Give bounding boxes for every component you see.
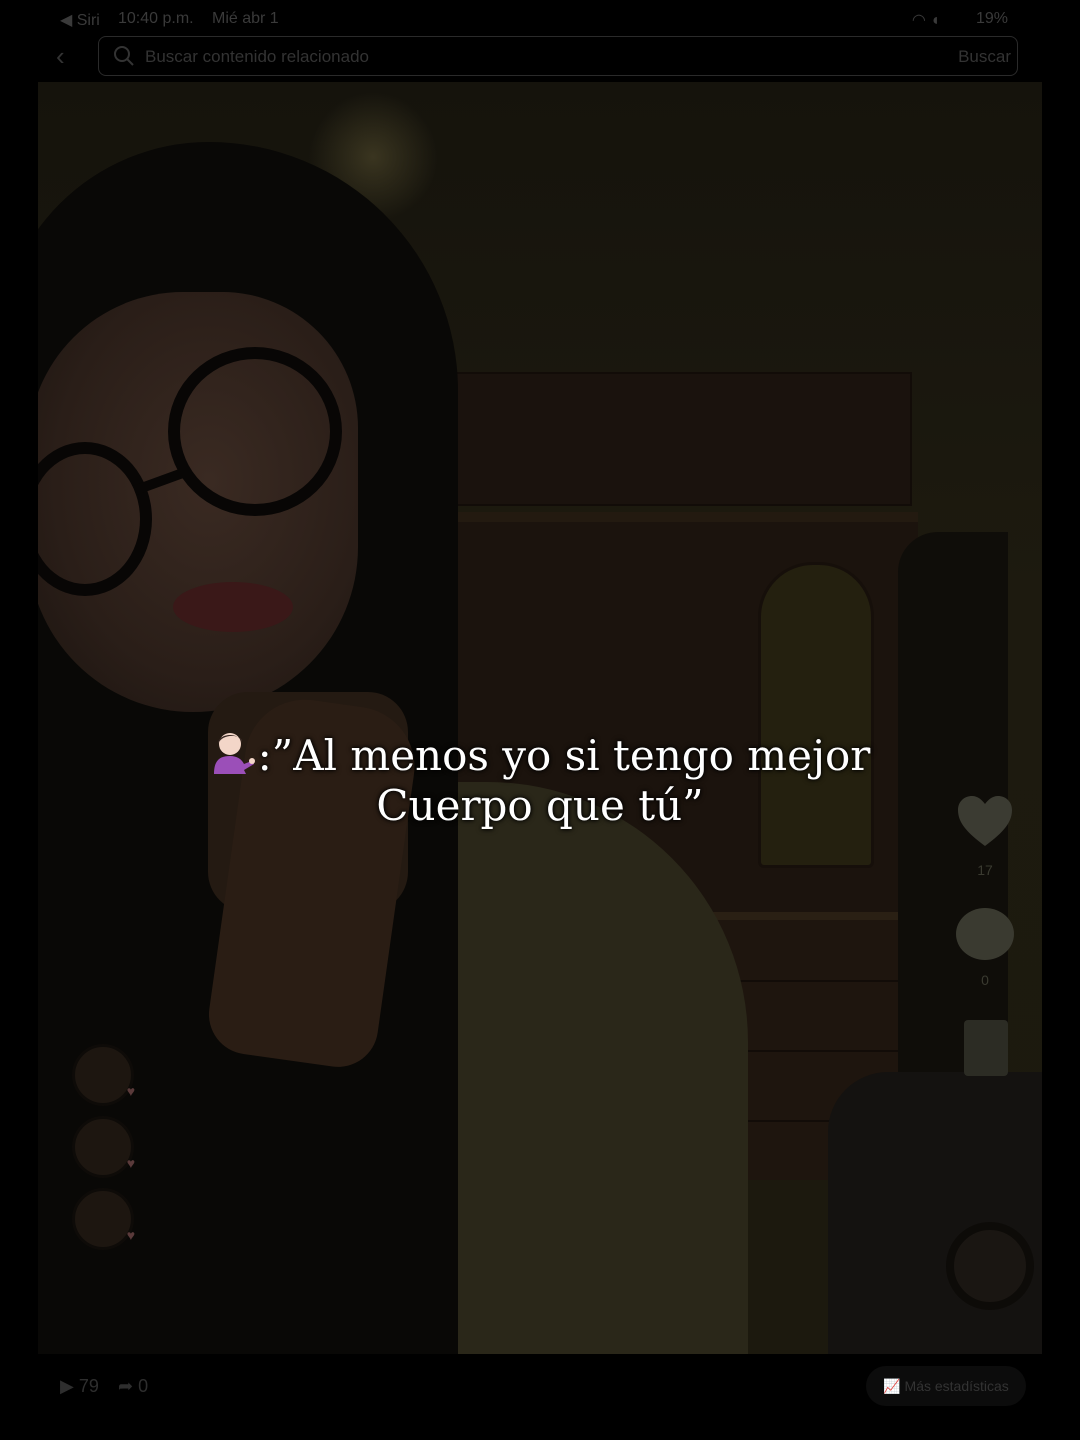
comment-count: 0 xyxy=(981,972,989,988)
caption-line-2: Cuerpo que tú” xyxy=(376,781,704,830)
wifi-icon: ◠ ◖ xyxy=(911,12,940,29)
status-date: Mié abr 1 xyxy=(212,10,279,27)
cabinet-top xyxy=(428,372,912,506)
like-count: 17 xyxy=(977,862,993,878)
heart-badge-icon: ♥ xyxy=(126,1155,135,1171)
viewer-avatar[interactable]: ♥ xyxy=(72,1044,135,1106)
status-bar: ◀ Siri 10:40 p.m. Mié abr 1 ◠ ◖ 19% xyxy=(0,0,1080,36)
background-clutter xyxy=(828,1072,1042,1354)
back-icon[interactable]: ‹ xyxy=(56,42,84,70)
search-bar[interactable]: Buscar contenido relacionado Buscar xyxy=(98,36,1018,76)
more-stats-button[interactable]: 📈 Más estadísticas xyxy=(866,1366,1026,1406)
chart-icon: 📈 xyxy=(883,1378,901,1394)
caption-line-1-text: :”Al menos yo si tengo mejor xyxy=(257,731,871,780)
share-icon: ➦ xyxy=(118,1376,134,1396)
video-caption: :”Al menos yo si tengo mejor Cuerpo que … xyxy=(0,730,1080,831)
comment-icon[interactable] xyxy=(956,908,1014,960)
bottom-bar: ▶ 79 ➦ 0 📈 Más estadísticas xyxy=(0,1360,1080,1440)
glasses-right-lens xyxy=(168,347,342,516)
more-stats-label: Más estadísticas xyxy=(904,1378,1009,1394)
search-icon xyxy=(114,46,134,66)
search-button[interactable]: Buscar xyxy=(958,47,1011,67)
heart-badge-icon: ♥ xyxy=(126,1083,135,1099)
play-icon: ▶ xyxy=(60,1376,74,1396)
status-time: 10:40 p.m. xyxy=(118,10,194,27)
battery-label: 19% xyxy=(975,10,1008,27)
viewer-avatar[interactable]: ♥ xyxy=(72,1116,135,1178)
views-count: 79 xyxy=(78,1376,99,1396)
shares-stat: ➦ 0 xyxy=(118,1376,148,1397)
search-input[interactable]: Buscar contenido relacionado xyxy=(145,47,369,67)
views-stat: ▶ 79 xyxy=(60,1376,99,1397)
bookmark-icon[interactable] xyxy=(964,1020,1008,1076)
caption-line-1: :”Al menos yo si tengo mejor xyxy=(0,730,1080,781)
music-disc[interactable] xyxy=(946,1222,1034,1310)
person-lips xyxy=(173,582,293,632)
shares-count: 0 xyxy=(138,1376,149,1396)
video-frame[interactable]: 17 0 ♥ ♥ ♥ xyxy=(38,82,1042,1354)
heart-badge-icon: ♥ xyxy=(126,1227,135,1243)
back-to-app-label[interactable]: ◀ Siri xyxy=(60,10,100,30)
viewer-avatar[interactable]: ♥ xyxy=(72,1188,135,1250)
person-tipping-hand-emoji xyxy=(213,733,255,774)
